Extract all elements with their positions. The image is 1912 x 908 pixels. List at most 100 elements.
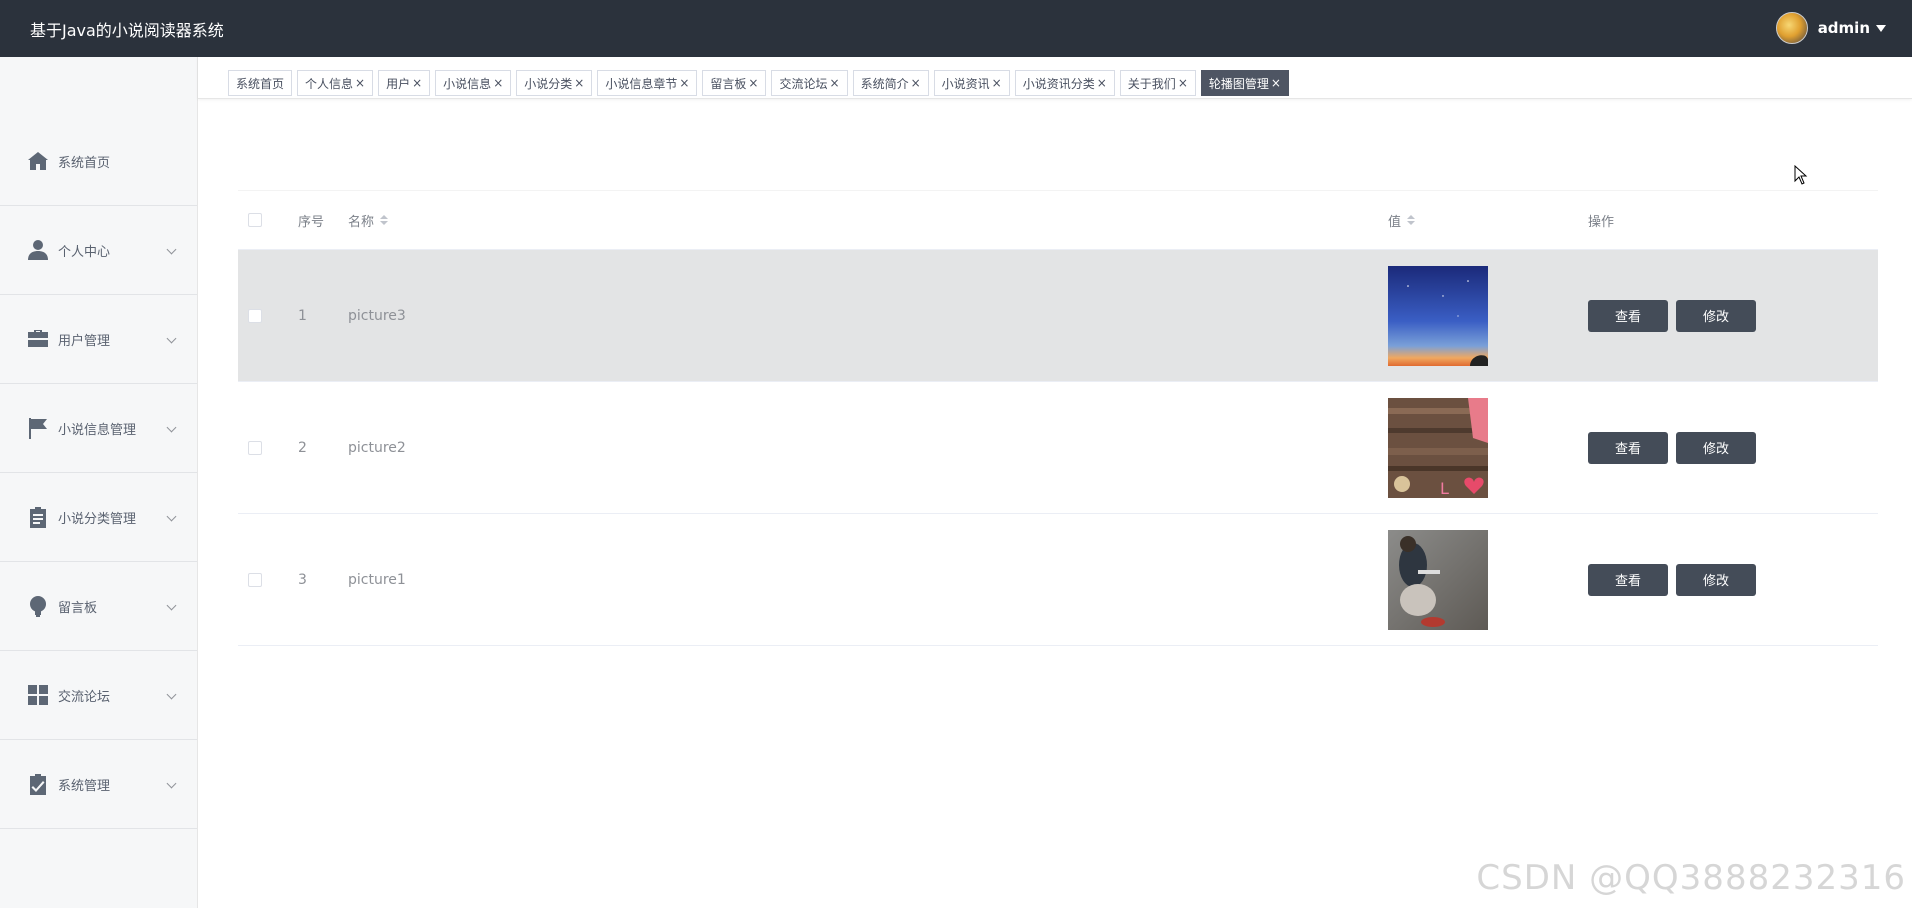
sort-icon[interactable]	[1407, 215, 1416, 225]
sidebar-item-label: 小说信息管理	[58, 422, 137, 438]
close-icon[interactable]: ×	[493, 76, 503, 90]
tab-novel-news-category[interactable]: 小说资讯分类 ×	[1014, 70, 1115, 96]
tab-novel-info[interactable]: 小说信息 ×	[435, 70, 512, 96]
tab-novel-category[interactable]: 小说分类 ×	[516, 70, 593, 96]
row-index: 3	[298, 571, 307, 588]
home-icon	[26, 149, 50, 173]
sidebar-item-system-management[interactable]: 系统管理	[0, 740, 197, 829]
table-row[interactable]: 1 picture3 查看 修改	[238, 250, 1878, 382]
watermark: CSDN @QQ3888232316	[1476, 858, 1906, 898]
sidebar-item-novel-category[interactable]: 小说分类管理	[0, 473, 197, 562]
tab-label: 小说分类	[524, 76, 573, 91]
grid-icon	[26, 683, 50, 707]
select-all-checkbox[interactable]	[248, 213, 262, 227]
row-select-cell	[248, 382, 262, 513]
edit-button[interactable]: 修改	[1676, 299, 1756, 332]
chevron-down-icon	[166, 689, 177, 700]
sidebar-item-forum[interactable]: 交流论坛	[0, 651, 197, 740]
row-checkbox[interactable]	[248, 308, 262, 323]
sidebar-item-personal-center[interactable]: 个人中心	[0, 206, 197, 295]
chevron-down-icon	[166, 244, 177, 255]
tab-novel-chapters[interactable]: 小说信息章节 ×	[597, 70, 698, 96]
tab-label: 系统简介	[860, 76, 909, 91]
row-value-image[interactable]	[1388, 514, 1488, 645]
column-header-actions: 操作	[1588, 214, 1615, 230]
row-index: 2	[298, 439, 307, 456]
chevron-down-icon	[166, 778, 177, 789]
view-button[interactable]: 查看	[1588, 299, 1668, 332]
tab-label: 小说信息章节	[605, 76, 678, 91]
close-icon[interactable]: ×	[911, 76, 921, 90]
tab-label: 留言板	[710, 76, 747, 91]
tab-personal-info[interactable]: 个人信息 ×	[297, 70, 374, 96]
close-icon[interactable]: ×	[1271, 76, 1281, 90]
view-button[interactable]: 查看	[1588, 563, 1668, 596]
tab-forum[interactable]: 交流论坛 ×	[771, 70, 848, 96]
row-actions: 查看 修改	[1588, 382, 1764, 513]
chevron-down-icon	[166, 511, 177, 522]
close-icon[interactable]: ×	[748, 76, 758, 90]
table-row[interactable]: 3 picture1 查看 修改	[238, 514, 1878, 646]
select-all-cell	[248, 191, 262, 249]
sidebar-item-message-board[interactable]: 留言板	[0, 562, 197, 651]
tab-about-us[interactable]: 关于我们 ×	[1119, 70, 1196, 96]
sidebar-item-user-management[interactable]: 用户管理	[0, 295, 197, 384]
sidebar-item-label: 系统首页	[58, 155, 111, 171]
column-header-index: 序号	[298, 214, 325, 230]
close-icon[interactable]: ×	[830, 76, 840, 90]
table-row[interactable]: 2 picture2 L 查看 修改	[238, 382, 1878, 514]
column-header-value[interactable]: 值	[1388, 191, 1416, 249]
close-icon[interactable]: ×	[574, 76, 584, 90]
row-index: 1	[298, 307, 307, 324]
tab-carousel-management[interactable]: 轮播图管理 ×	[1200, 70, 1289, 96]
view-button[interactable]: 查看	[1588, 431, 1668, 464]
carousel-table: 序号 名称 值 操作 1 picture3 查看 修改 2 picture2 L…	[238, 190, 1878, 646]
user-menu[interactable]: admin	[1775, 12, 1886, 44]
sidebar-item-label: 小说分类管理	[58, 511, 137, 527]
column-header-name[interactable]: 名称	[348, 191, 389, 249]
close-icon[interactable]: ×	[1097, 76, 1107, 90]
avatar[interactable]	[1775, 12, 1808, 44]
chevron-down-icon	[166, 422, 177, 433]
row-value-image[interactable]: L	[1388, 382, 1488, 513]
lightbulb-icon	[26, 594, 50, 618]
couple-outdoors-image[interactable]	[1388, 529, 1488, 630]
row-name: picture2	[348, 439, 406, 456]
svg-text:L: L	[1440, 479, 1449, 498]
tab-message-board[interactable]: 留言板 ×	[702, 70, 767, 96]
tab-novel-news[interactable]: 小说资讯 ×	[933, 70, 1010, 96]
row-checkbox[interactable]	[248, 440, 262, 455]
checklist-icon	[26, 772, 50, 796]
caret-down-icon[interactable]	[1876, 24, 1886, 32]
tab-system-home[interactable]: 系统首页	[228, 70, 293, 96]
edit-button[interactable]: 修改	[1676, 431, 1756, 464]
close-icon[interactable]: ×	[1178, 76, 1188, 90]
row-value-image[interactable]	[1388, 250, 1488, 381]
close-icon[interactable]: ×	[992, 76, 1002, 90]
row-name: picture3	[348, 307, 406, 324]
row-select-cell	[248, 250, 262, 381]
username[interactable]: admin	[1818, 19, 1870, 37]
sidebar-item-label: 用户管理	[58, 333, 111, 349]
clipboard-icon	[26, 505, 50, 529]
close-icon[interactable]: ×	[412, 76, 422, 90]
tab-system-intro[interactable]: 系统简介 ×	[852, 70, 929, 96]
night-sky-sunset-image[interactable]	[1388, 265, 1488, 366]
tab-user[interactable]: 用户 ×	[378, 70, 431, 96]
user-icon	[26, 238, 50, 262]
edit-button[interactable]: 修改	[1676, 563, 1756, 596]
sort-icon[interactable]	[380, 215, 389, 225]
table-header: 序号 名称 值 操作	[238, 190, 1878, 250]
wooden-heart-love-image[interactable]: L	[1388, 397, 1488, 498]
row-name: picture1	[348, 571, 406, 588]
chevron-down-icon	[166, 333, 177, 344]
flag-icon	[26, 416, 50, 440]
sidebar-item-home[interactable]: 系统首页	[0, 117, 197, 206]
tags-list: 系统首页 个人信息 × 用户 × 小说信息 × 小说分类 × 小说信息章节 × 留言板 × …	[228, 70, 1289, 96]
sidebar-item-label: 系统管理	[58, 778, 111, 794]
close-icon[interactable]: ×	[679, 76, 689, 90]
close-icon[interactable]: ×	[355, 76, 365, 90]
sidebar-item-novel-info[interactable]: 小说信息管理	[0, 384, 197, 473]
row-checkbox[interactable]	[248, 572, 262, 587]
tags-view-bar: 系统首页 个人信息 × 用户 × 小说信息 × 小说分类 × 小说信息章节 × 留言板 × …	[198, 57, 1912, 99]
